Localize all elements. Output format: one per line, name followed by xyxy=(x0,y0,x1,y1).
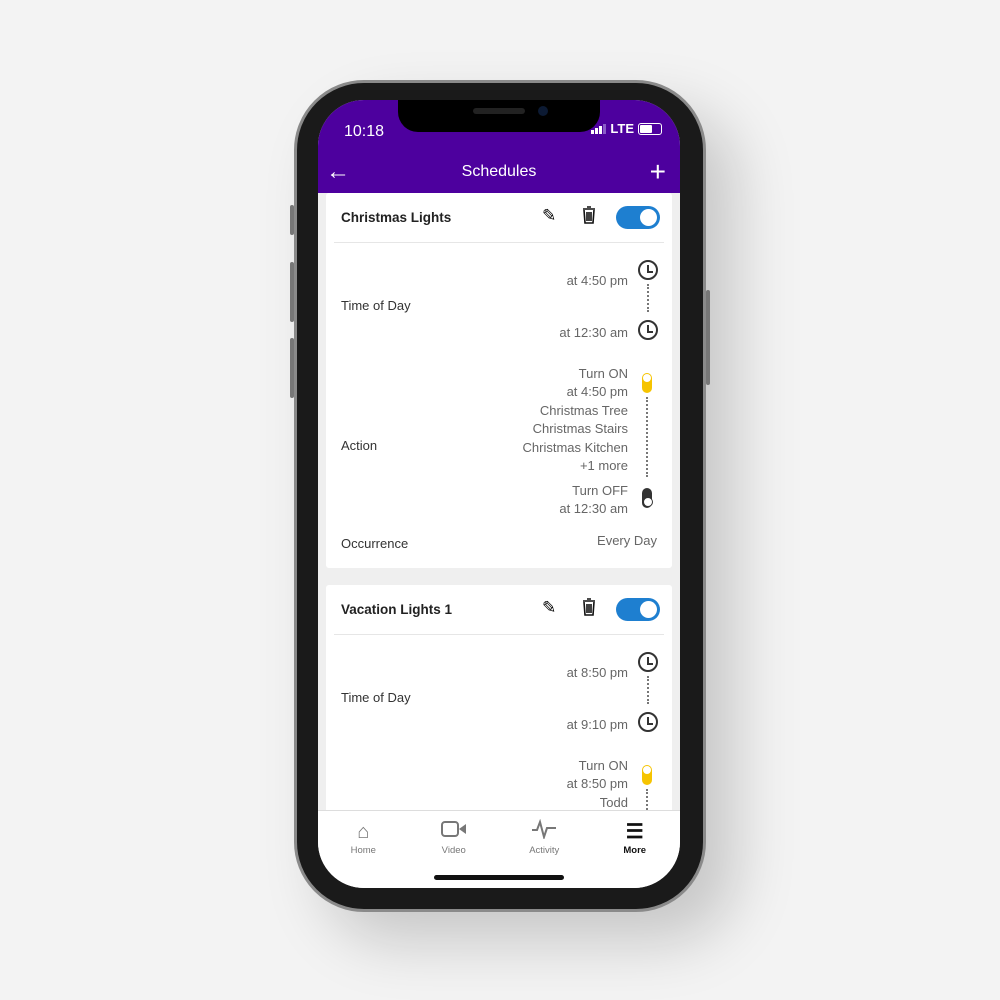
time-of-day-label: Time of Day xyxy=(341,690,411,705)
turn-on-time: at 8:50 pm xyxy=(566,776,628,792)
volume-up-button xyxy=(290,262,294,322)
schedule-card: Vacation Lights 1 ✎ Time of Day at 8:50 … xyxy=(326,585,672,845)
timeline-connector xyxy=(647,284,649,312)
clock-icon xyxy=(638,320,658,340)
screen: 10:18 LTE ← Schedules + Christmas Lights… xyxy=(318,100,680,888)
switch-on-icon xyxy=(642,765,652,785)
switch-off-icon xyxy=(642,488,653,508)
action-label: Action xyxy=(341,438,378,453)
home-indicator[interactable] xyxy=(434,875,564,880)
device-name: Christmas Tree xyxy=(539,402,628,418)
schedule-toggle[interactable] xyxy=(616,598,660,621)
tab-label: Video xyxy=(441,845,466,856)
switch-on-icon xyxy=(642,373,652,393)
occurrence-value: Every Day xyxy=(597,533,657,548)
end-time: at 12:30 am xyxy=(559,325,628,340)
network-label: LTE xyxy=(610,121,634,136)
battery-icon xyxy=(638,122,662,135)
device-name: Christmas Stairs xyxy=(532,421,628,437)
schedule-name: Christmas Lights xyxy=(341,210,452,225)
turn-on-label: Turn ON xyxy=(578,366,628,381)
notch xyxy=(398,100,600,132)
turn-on-label: Turn ON xyxy=(578,758,628,773)
status-time: 10:18 xyxy=(344,123,385,140)
clock-icon xyxy=(638,712,658,732)
edit-icon[interactable]: ✎ xyxy=(542,206,556,226)
clock-icon xyxy=(638,652,658,672)
action-on: Turn ON at 4:50 pm Christmas Tree Christ… xyxy=(523,365,628,475)
video-icon xyxy=(409,819,500,845)
timeline-connector xyxy=(647,676,649,704)
mute-switch xyxy=(290,205,294,235)
action-on: Turn ON at 8:50 pm Todd xyxy=(567,757,628,812)
start-time: at 4:50 pm xyxy=(566,273,628,288)
turn-on-time: at 4:50 pm xyxy=(566,384,628,400)
status-bar: LTE xyxy=(591,121,662,136)
clock-icon xyxy=(638,260,658,280)
tab-more[interactable]: ☰ More xyxy=(590,811,681,888)
volume-down-button xyxy=(290,338,294,398)
home-icon: ⌂ xyxy=(357,821,370,843)
end-time: at 9:10 pm xyxy=(566,717,628,732)
timeline-connector xyxy=(646,397,648,477)
turn-off-label: Turn OFF xyxy=(572,483,628,498)
menu-icon: ☰ xyxy=(625,821,644,843)
tab-label: Home xyxy=(350,845,376,856)
edit-icon[interactable]: ✎ xyxy=(542,598,556,618)
add-schedule-button[interactable]: + xyxy=(650,156,666,188)
schedule-card: Christmas Lights ✎ Time of Day at 4:50 p… xyxy=(326,193,672,568)
action-off: Turn OFF at 12:30 am xyxy=(559,482,628,519)
more-devices-link[interactable]: +1 more xyxy=(523,457,628,475)
time-of-day-label: Time of Day xyxy=(341,298,411,313)
turn-off-time: at 12:30 am xyxy=(559,501,628,517)
schedule-toggle[interactable] xyxy=(616,206,660,229)
occurrence-label: Occurrence xyxy=(341,536,409,551)
device-name: Christmas Kitchen xyxy=(522,439,628,455)
activity-icon xyxy=(499,818,590,845)
start-time: at 8:50 pm xyxy=(566,665,628,680)
tab-label: Activity xyxy=(529,845,560,856)
schedule-name: Vacation Lights 1 xyxy=(341,602,453,617)
trash-icon[interactable] xyxy=(582,598,596,616)
tab-label: More xyxy=(623,845,647,856)
trash-icon[interactable] xyxy=(582,206,596,224)
page-title: Schedules xyxy=(461,163,537,180)
tab-home[interactable]: ⌂ Home xyxy=(318,811,409,888)
power-button xyxy=(706,290,710,385)
